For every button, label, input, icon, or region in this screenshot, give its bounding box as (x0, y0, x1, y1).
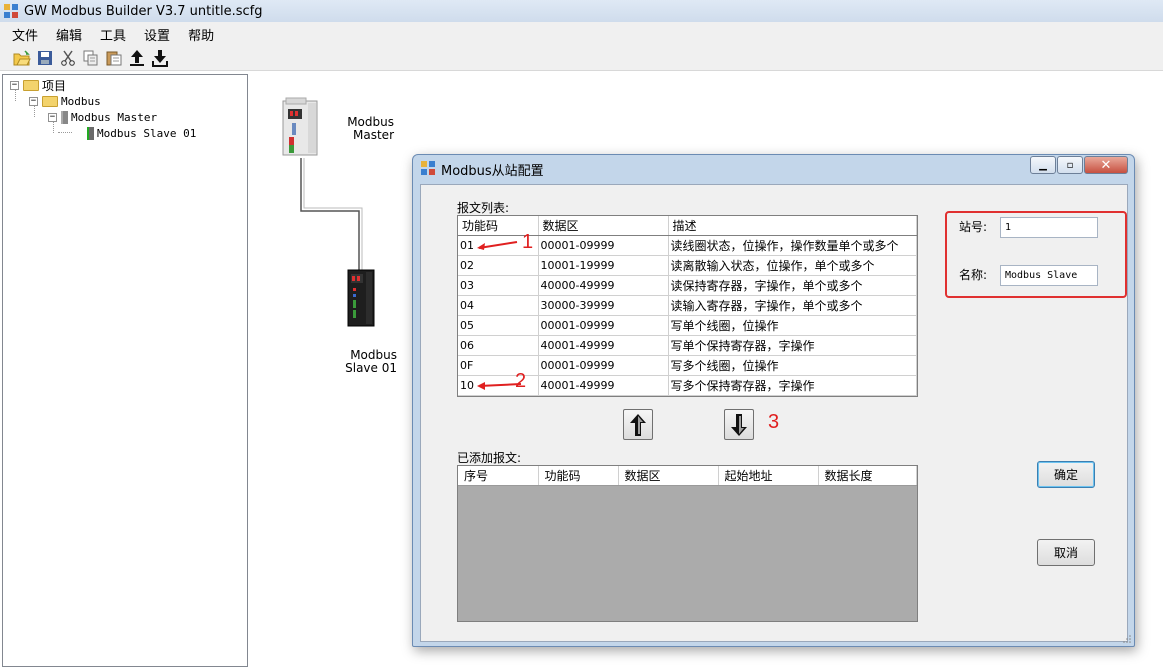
ok-button[interactable]: 确定 (1037, 461, 1095, 488)
cell-data-area: 00001-09999 (538, 315, 669, 336)
collapse-icon[interactable]: − (48, 112, 57, 122)
slave-label-line2: Slave 01 (345, 361, 397, 375)
table-header: 序号 功能码 数据区 起始地址 数据长度 (458, 466, 917, 486)
tree-label-master: Modbus Master (71, 110, 158, 124)
device-icon (61, 110, 68, 124)
cell-description: 写多个保持寄存器，字操作 (668, 375, 917, 396)
app-icon (4, 4, 18, 18)
annotation-2: 2 (515, 370, 527, 392)
save-icon[interactable] (33, 47, 56, 69)
annotation-1: 1 (522, 231, 534, 253)
master-label-line2: Master (353, 128, 394, 142)
name-label: 名称: (959, 268, 988, 282)
collapse-icon[interactable]: − (10, 80, 19, 90)
cell-data-area: 40001-49999 (538, 375, 669, 396)
dialog-body: 报文列表: 功能码 数据区 描述 01 00001-09999 读线圈状态，位操作，… (420, 184, 1128, 642)
slave-label: Modbus Slave 01 (330, 349, 397, 375)
cell-data-area: 40000-49999 (538, 275, 669, 296)
station-number-label: 站号: (959, 220, 988, 234)
arrow-down-icon (731, 413, 747, 436)
dialog-title: Modbus从站配置 (441, 163, 544, 179)
column-header-data-area[interactable]: 数据区 (538, 216, 669, 236)
remove-message-button[interactable] (724, 409, 754, 440)
device-icon (87, 126, 94, 140)
tree-node-master[interactable]: − Modbus Master (48, 109, 157, 125)
column-header-index[interactable]: 序号 (458, 466, 539, 486)
column-header-data-area[interactable]: 数据区 (618, 466, 719, 486)
cell-description: 写单个保持寄存器，字操作 (668, 335, 917, 356)
cell-description: 写多个线圈，位操作 (668, 355, 917, 376)
close-button[interactable]: ✕ (1084, 156, 1128, 174)
open-icon[interactable] (10, 47, 33, 69)
name-input[interactable]: Modbus Slave (1000, 265, 1098, 286)
project-tree: − 项目 − Modbus − Modbus Master Modbus Sla… (2, 74, 248, 667)
close-icon: ✕ (1100, 157, 1112, 173)
dialog-titlebar[interactable]: Modbus从站配置 ▁ ▫ ✕ (413, 155, 1134, 183)
cell-data-area: 10001-19999 (538, 255, 669, 276)
cut-icon[interactable] (56, 47, 79, 69)
menu-file[interactable]: 文件 (6, 25, 50, 44)
column-header-function-code[interactable]: 功能码 (538, 466, 619, 486)
tree-label-project: 项目 (42, 78, 67, 93)
tree-node-modbus[interactable]: − Modbus (29, 93, 101, 109)
tree-node-project[interactable]: − 项目 (10, 77, 66, 93)
column-header-start-address[interactable]: 起始地址 (718, 466, 819, 486)
master-device-icon[interactable] (282, 97, 320, 160)
menu-edit[interactable]: 编辑 (50, 25, 94, 44)
annotation-3: 3 (768, 411, 780, 433)
master-label: Modbus Master (330, 116, 394, 142)
cell-data-area: 00001-09999 (538, 235, 669, 256)
folder-icon (42, 95, 58, 107)
minimize-icon: ▁ (1039, 159, 1047, 171)
add-message-button[interactable] (623, 409, 653, 440)
added-messages-table[interactable]: 序号 功能码 数据区 起始地址 数据长度 (457, 465, 918, 622)
column-header-data-length[interactable]: 数据长度 (818, 466, 917, 486)
collapse-icon[interactable]: − (29, 96, 38, 106)
window-titlebar: GW Modbus Builder V3.7 untitle.scfg (0, 0, 1163, 22)
maximize-icon: ▫ (1066, 159, 1074, 171)
maximize-button[interactable]: ▫ (1057, 156, 1083, 174)
minimize-button[interactable]: ▁ (1030, 156, 1056, 174)
annotation-arrows (477, 241, 522, 390)
cell-description: 读离散输入状态，位操作，单个或多个 (668, 255, 917, 276)
menu-settings[interactable]: 设置 (138, 25, 182, 44)
toolbar (0, 46, 1163, 71)
upload-icon[interactable] (125, 47, 148, 69)
column-header-description[interactable]: 描述 (668, 216, 917, 236)
cell-data-area: 00001-09999 (538, 355, 669, 376)
cell-data-area: 30000-39999 (538, 295, 669, 316)
tree-label-slave: Modbus Slave 01 (97, 126, 197, 140)
cell-description: 读输入寄存器，字操作，单个或多个 (668, 295, 917, 316)
cancel-button[interactable]: 取消 (1037, 539, 1095, 566)
tree-label-modbus: Modbus (61, 94, 101, 108)
cell-data-area: 40001-49999 (538, 335, 669, 356)
menu-bar: 文件 编辑 工具 设置 帮助 (0, 22, 1163, 46)
paste-icon[interactable] (102, 47, 125, 69)
copy-icon[interactable] (79, 47, 102, 69)
resize-grip-icon[interactable] (1122, 634, 1132, 644)
download-icon[interactable] (148, 47, 171, 69)
added-messages-label: 已添加报文: (457, 451, 522, 465)
folder-icon (23, 79, 39, 91)
slave-config-dialog: Modbus从站配置 ▁ ▫ ✕ 报文列表: 功能码 数据区 描述 01 0000… (412, 154, 1135, 647)
menu-help[interactable]: 帮助 (182, 25, 226, 44)
cell-description: 写单个线圈，位操作 (668, 315, 917, 336)
message-list-label: 报文列表: (457, 201, 510, 215)
dialog-app-icon (421, 160, 435, 178)
slave-device-icon[interactable] (346, 268, 376, 331)
menu-tools[interactable]: 工具 (94, 25, 138, 44)
tree-node-slave[interactable]: Modbus Slave 01 (83, 125, 196, 141)
cell-description: 读保持寄存器，字操作，单个或多个 (668, 275, 917, 296)
arrow-up-icon (630, 413, 646, 436)
window-title: GW Modbus Builder V3.7 untitle.scfg (24, 3, 263, 19)
station-number-input[interactable]: 1 (1000, 217, 1098, 238)
cell-description: 读线圈状态，位操作，操作数量单个或多个 (668, 235, 917, 256)
